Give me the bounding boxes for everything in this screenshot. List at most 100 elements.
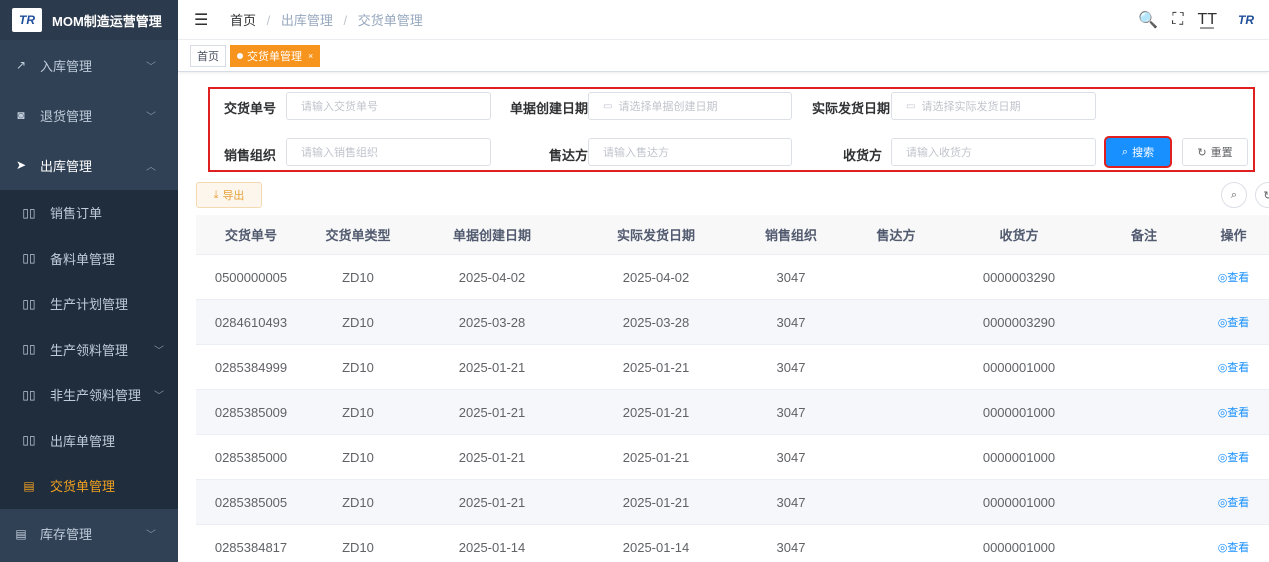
sales-org-input[interactable]: 请输入销售组织: [286, 138, 491, 166]
table-cell: 0285384817: [214, 539, 288, 555]
delivery-no-input[interactable]: 请输入交货单号: [286, 92, 491, 120]
create-date-picker[interactable]: ▭ 请选择单据创建日期: [588, 92, 792, 120]
tag-delivery-order[interactable]: 交货单管理 ×: [230, 44, 321, 67]
table-cell: 3047: [776, 359, 806, 375]
eye-icon: ◎: [1217, 542, 1228, 554]
sidebar-item-returns[interactable]: ◙ 退货管理 ﹀: [0, 90, 178, 140]
table-cell: 0285385000: [214, 449, 288, 465]
sidebar-item-inbound[interactable]: ↗ 入库管理 ﹀: [0, 40, 178, 90]
eye-icon: ◎: [1217, 317, 1228, 329]
view-link[interactable]: ◎查看: [1218, 407, 1250, 419]
send-icon: ➤: [15, 158, 27, 172]
table-cell: 0285385005: [214, 494, 288, 510]
table-cell-actions: ◎查看: [1198, 314, 1269, 330]
view-link-label: 查看: [1227, 452, 1250, 464]
table-row[interactable]: 0285385000 ZD10 2025-01-21 2025-01-21 3047 00…: [196, 435, 1269, 480]
search-icon[interactable]: 🔍: [1138, 10, 1158, 30]
refresh-icon: ↻: [1197, 146, 1207, 159]
table-row[interactable]: 0284610493 ZD10 2025-03-28 2025-03-28 3047 00…: [196, 300, 1269, 345]
table-cell: 2025-01-21: [458, 404, 526, 420]
table-row[interactable]: 0285385005 ZD10 2025-01-21 2025-01-21 3047 00…: [196, 480, 1269, 525]
tag-label: 交货单管理: [247, 50, 302, 63]
search-form: 交货单号 请输入交货单号 单据创建日期 ▭ 请选择单据创建日期 实际发货日期 ▭…: [208, 87, 1255, 172]
sidebar-item-sales-order[interactable]: ▯▯ 销售订单: [0, 190, 178, 236]
column-header[interactable]: 收货方: [948, 225, 1090, 244]
sold-to-input[interactable]: 请输入售达方: [588, 138, 792, 166]
sidebar-item-delivery-order[interactable]: ▤ 交货单管理: [0, 463, 178, 509]
sidebar-item-label: 备料单管理: [50, 251, 116, 267]
active-dot-icon: [237, 52, 243, 59]
search-button[interactable]: ⌕ 搜索: [1106, 138, 1170, 166]
field-label-delivery-no: 交货单号: [223, 101, 276, 116]
ship-to-input[interactable]: 请输入收货方: [891, 138, 1096, 166]
field-label-sold-to: 售达方: [548, 148, 588, 163]
table-cell: 3047: [776, 539, 806, 555]
table-cell-actions: ◎查看: [1198, 449, 1269, 465]
hamburger-icon[interactable]: ☰: [194, 10, 214, 30]
column-header[interactable]: 售达方: [844, 225, 948, 244]
table-cell: 2025-01-21: [622, 359, 690, 375]
ship-date-picker[interactable]: ▭ 请选择实际发货日期: [891, 92, 1096, 120]
sidebar-item-outbound[interactable]: ➤ 出库管理 ︿: [0, 140, 178, 190]
sidebar-item-outbound-order[interactable]: ▯▯ 出库单管理: [0, 418, 178, 464]
column-header[interactable]: 交货单类型: [306, 225, 410, 244]
view-link[interactable]: ◎查看: [1218, 317, 1250, 329]
toggle-search-button[interactable]: ⌕: [1221, 182, 1247, 208]
column-header[interactable]: 单据创建日期: [410, 225, 574, 244]
table-cell: 2025-01-21: [622, 494, 690, 510]
table-body: 0500000005 ZD10 2025-04-02 2025-04-02 3047 00…: [196, 255, 1269, 562]
view-link[interactable]: ◎查看: [1218, 272, 1250, 284]
table-cell: 2025-04-02: [458, 269, 526, 285]
input-placeholder: 请输入交货单号: [301, 101, 378, 113]
book-icon: ▯▯: [22, 433, 36, 448]
sidebar-item-label: 非生产领料管理: [50, 388, 142, 404]
sidebar-item-production-plan[interactable]: ▯▯ 生产计划管理: [0, 281, 178, 327]
table-cell: 2025-03-28: [622, 314, 690, 330]
table-cell: 2025-01-21: [458, 449, 526, 465]
table-cell: 0000003290: [982, 314, 1056, 330]
reset-button[interactable]: ↻ 重置: [1182, 138, 1248, 166]
column-header[interactable]: 备注: [1090, 225, 1198, 244]
breadcrumb-home[interactable]: 首页: [230, 13, 256, 28]
table-cell: 2025-01-21: [622, 404, 690, 420]
table-cell: 3047: [776, 494, 806, 510]
table-cell: ZD10: [342, 494, 374, 510]
column-header[interactable]: 销售组织: [738, 225, 844, 244]
tag-home[interactable]: 首页: [190, 44, 226, 67]
table-row[interactable]: 0285384817 ZD10 2025-01-14 2025-01-14 3047 00…: [196, 525, 1269, 562]
breadcrumb-separator: /: [266, 13, 271, 28]
chevron-down-icon: ﹀: [146, 61, 156, 73]
table-cell: 2025-03-28: [458, 314, 526, 330]
chevron-up-icon: ︿: [146, 161, 156, 173]
tag-label: 首页: [197, 50, 219, 63]
column-header: 操作: [1220, 228, 1247, 243]
sidebar-item-production-picking[interactable]: ▯▯ 生产领料管理 ﹀: [0, 327, 178, 373]
column-header[interactable]: 实际发货日期: [574, 225, 738, 244]
sidebar-item-label: 退货管理: [40, 108, 93, 124]
sidebar-item-material-prep[interactable]: ▯▯ 备料单管理: [0, 236, 178, 282]
table-row[interactable]: 0500000005 ZD10 2025-04-02 2025-04-02 3047 00…: [196, 255, 1269, 300]
view-link[interactable]: ◎查看: [1218, 542, 1250, 554]
table-row[interactable]: 0285385009 ZD10 2025-01-21 2025-01-21 3047 00…: [196, 390, 1269, 435]
view-link[interactable]: ◎查看: [1218, 452, 1250, 464]
table-row[interactable]: 0285384999 ZD10 2025-01-21 2025-01-21 3047 00…: [196, 345, 1269, 390]
view-link[interactable]: ◎查看: [1218, 362, 1250, 374]
fullscreen-icon[interactable]: ⛶: [1172, 11, 1183, 29]
table-cell: 3047: [776, 269, 806, 285]
view-link[interactable]: ◎查看: [1218, 497, 1250, 509]
refresh-button[interactable]: ↻: [1255, 182, 1269, 208]
table-cell: ZD10: [342, 359, 374, 375]
column-header[interactable]: 交货单号: [196, 225, 306, 244]
table-cell: 3047: [776, 404, 806, 420]
table-cell: 0000003290: [982, 269, 1056, 285]
close-icon[interactable]: ×: [308, 51, 313, 61]
table-cell: 3047: [776, 449, 806, 465]
export-button[interactable]: ⤓ 导出: [196, 182, 262, 208]
font-size-icon[interactable]: T͟T: [1197, 11, 1217, 29]
user-avatar-logo[interactable]: TR: [1231, 13, 1261, 27]
refresh-icon: ↻: [1263, 189, 1269, 202]
sidebar-item-nonproduction-picking[interactable]: ▯▯ 非生产领料管理 ﹀: [0, 372, 178, 418]
app-logo[interactable]: TR MOM制造运营管理: [0, 0, 178, 40]
table-cell: 2025-01-21: [622, 449, 690, 465]
sidebar-item-inventory[interactable]: ▤ 库存管理 ﹀: [0, 509, 178, 559]
